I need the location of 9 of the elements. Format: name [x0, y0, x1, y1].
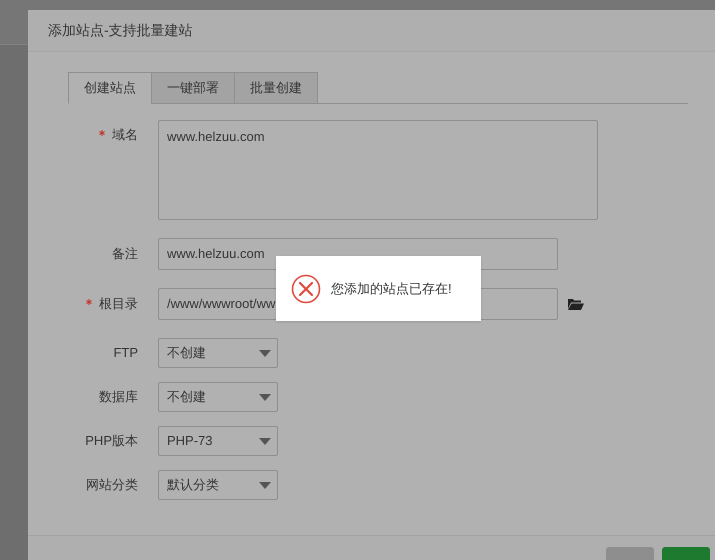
field-label: PHP版本	[85, 432, 138, 450]
toast-message: 您添加的站点已存在!	[331, 280, 452, 298]
dialog-title: 添加站点-支持批量建站	[48, 21, 193, 40]
field-label: 网站分类	[86, 476, 138, 494]
field-label: 根目录	[99, 295, 138, 314]
field-label: FTP	[113, 344, 138, 362]
field-label: 数据库	[99, 388, 138, 406]
field-label: 备注	[112, 245, 138, 264]
field-label: 域名	[112, 126, 138, 144]
